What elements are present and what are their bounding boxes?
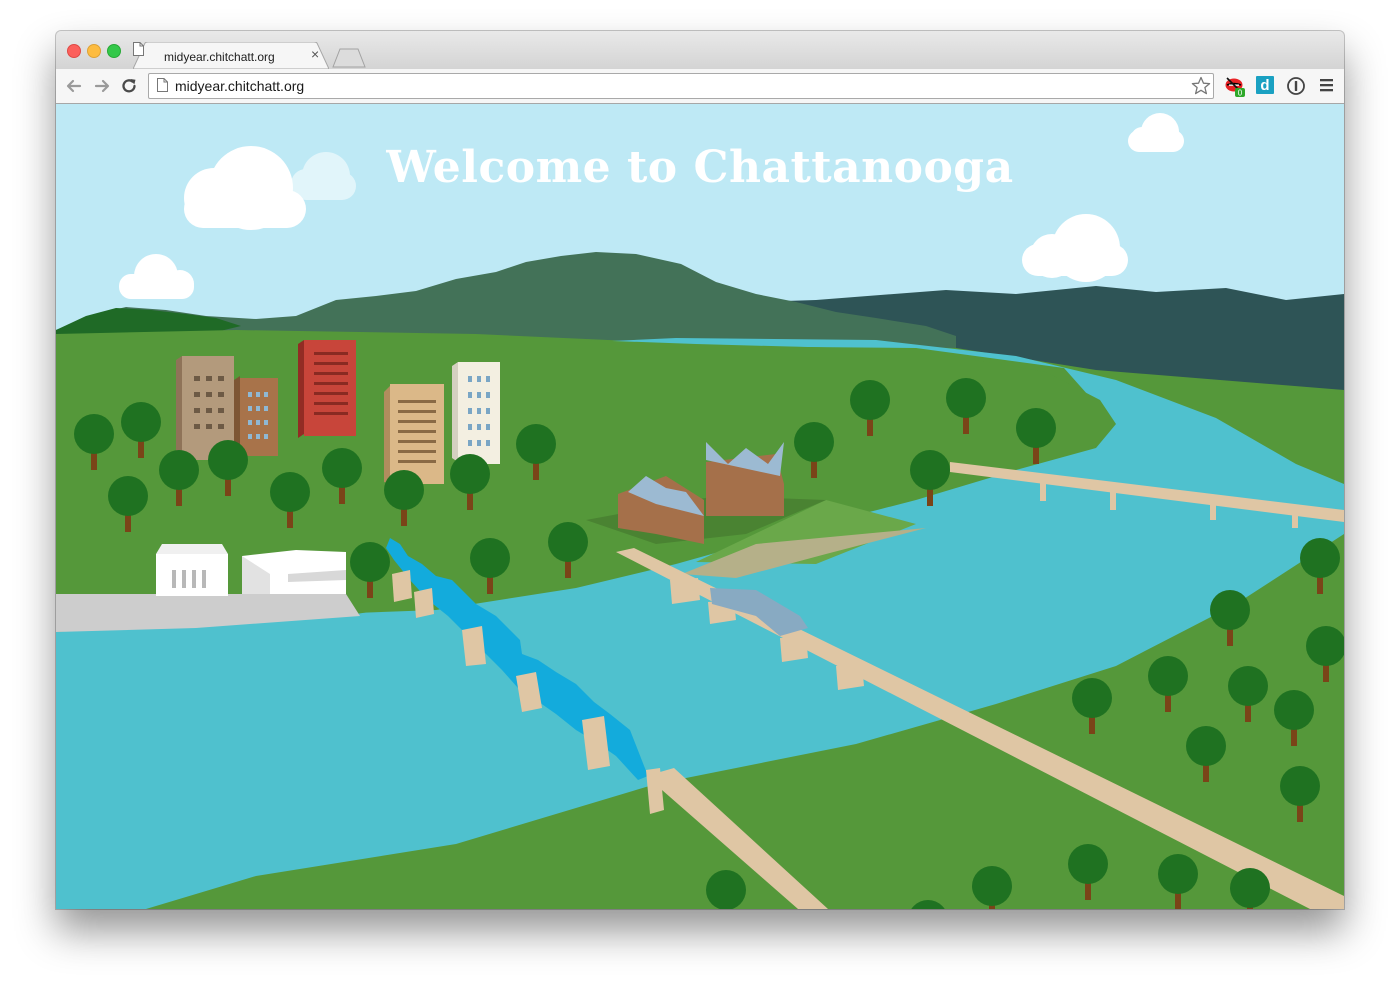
building-red	[298, 340, 356, 438]
bookmark-star-icon[interactable]	[1191, 76, 1211, 96]
building-brown	[234, 376, 278, 456]
page-viewport: Welcome to Chattanooga	[56, 104, 1344, 909]
tab-title: midyear.chitchatt.org	[164, 50, 275, 64]
window-maximize-button[interactable]	[107, 44, 121, 58]
page-icon	[157, 78, 168, 92]
tab-close-icon[interactable]: ×	[311, 47, 319, 61]
menu-icon[interactable]	[1318, 76, 1336, 94]
browser-window: midyear.chitchatt.org × midyear.chitchat…	[56, 31, 1344, 909]
onepassword-icon[interactable]	[1286, 76, 1306, 96]
new-tab-button[interactable]	[332, 48, 366, 68]
address-bar[interactable]: midyear.chitchatt.org	[148, 73, 1214, 99]
url-text[interactable]: midyear.chitchatt.org	[175, 78, 304, 94]
tab-strip: midyear.chitchatt.org ×	[56, 31, 1344, 69]
tab-midyear[interactable]: midyear.chitchatt.org ×	[133, 42, 329, 69]
window-close-button[interactable]	[67, 44, 81, 58]
lips-icon[interactable]: 0	[1224, 76, 1246, 98]
d-icon[interactable]: d	[1256, 76, 1274, 94]
tree	[706, 870, 746, 909]
forward-icon[interactable]	[92, 76, 112, 96]
window-minimize-button[interactable]	[87, 44, 101, 58]
building-beige	[384, 384, 444, 484]
chattanooga-illustration	[56, 104, 1344, 909]
back-icon[interactable]	[64, 76, 84, 96]
lips-badge: 0	[1238, 89, 1243, 98]
glass-building	[242, 550, 346, 594]
browser-toolbar: midyear.chitchatt.org 0 d	[56, 69, 1344, 104]
reload-icon[interactable]	[119, 76, 139, 96]
page-headline: Welcome to Chattanooga	[386, 142, 1014, 193]
building-white	[452, 362, 500, 464]
page-icon	[133, 42, 144, 56]
museum	[156, 544, 228, 596]
d-icon-label: d	[1260, 77, 1269, 94]
